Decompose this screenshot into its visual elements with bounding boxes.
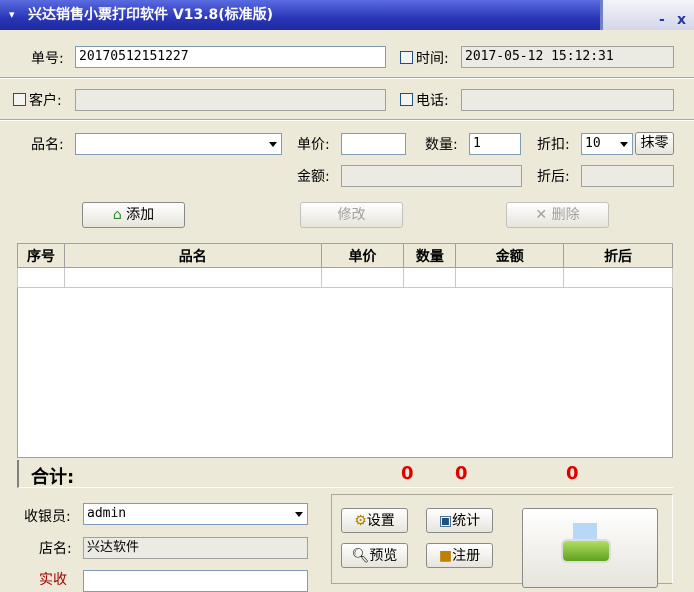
discount-select[interactable]: 10 <box>581 133 633 155</box>
delete-button[interactable]: ✕ 删除 <box>506 202 609 228</box>
cashier-select[interactable]: admin <box>83 503 308 525</box>
item-name-label: 品名: <box>31 137 64 153</box>
window-title: 兴达销售小票打印软件 V13.8(标准版) <box>28 7 274 23</box>
chevron-down-icon <box>620 142 628 147</box>
close-icon: ✕ <box>535 207 548 223</box>
time-label: 时间: <box>416 51 449 67</box>
register-button[interactable]: ■注册 <box>426 543 493 568</box>
col-header[interactable]: 折后 <box>563 243 673 268</box>
phone-label: 电话: <box>416 93 449 109</box>
discount-label: 折扣: <box>537 137 570 153</box>
table-row[interactable] <box>17 267 673 288</box>
cashier-label: 收银员: <box>24 509 71 525</box>
item-name-select[interactable] <box>75 133 282 155</box>
divider <box>0 119 694 121</box>
settings-label: 设置 <box>366 513 395 529</box>
received-label: 实收 <box>39 572 67 588</box>
customer-label: 客户: <box>29 93 62 109</box>
printer-body <box>561 539 611 563</box>
chevron-down-icon <box>269 142 277 147</box>
shop-label: 店名: <box>39 541 72 557</box>
title-bar: ▾ 兴达销售小票打印软件 V13.8(标准版) - x <box>0 0 694 30</box>
price-input[interactable] <box>341 133 406 155</box>
after-discount-input[interactable] <box>581 165 674 187</box>
totals-label: 合计: <box>31 467 75 488</box>
add-label: 添加 <box>126 207 155 223</box>
stats-button[interactable]: ▣统计 <box>426 508 493 533</box>
truck-icon: ■ <box>438 548 453 564</box>
divider <box>0 77 694 79</box>
total-qty: 0 <box>401 463 414 484</box>
time-input[interactable]: 2017-05-12 15:12:31 <box>461 46 674 68</box>
stats-label: 统计 <box>452 513 481 529</box>
amount-input[interactable] <box>341 165 522 187</box>
received-input[interactable] <box>83 570 308 592</box>
register-label: 注册 <box>452 548 481 564</box>
delete-label: 删除 <box>551 207 580 223</box>
col-header[interactable]: 品名 <box>63 243 322 268</box>
magnifier-icon: 🔍︎ <box>351 548 370 564</box>
qty-input[interactable]: 1 <box>469 133 521 155</box>
chart-icon: ▣ <box>438 513 453 529</box>
shop-input[interactable]: 兴达软件 <box>83 537 308 559</box>
customer-checkbox[interactable] <box>13 93 26 106</box>
phone-checkbox[interactable] <box>400 93 413 106</box>
customer-input[interactable] <box>75 89 386 111</box>
gear-icon: ⚙ <box>354 513 367 529</box>
preview-label: 预览 <box>369 548 398 564</box>
after-discount-label: 折后: <box>537 169 570 185</box>
phone-input[interactable] <box>461 89 674 111</box>
amount-label: 金额: <box>297 169 330 185</box>
total-after: 0 <box>566 463 579 484</box>
app-icon: ▾ <box>9 8 15 21</box>
discount-value: 10 <box>585 136 601 151</box>
cashier-value: admin <box>87 506 127 521</box>
chevron-down-icon <box>295 512 303 517</box>
col-header[interactable]: 金额 <box>455 243 565 268</box>
order-no-label: 单号: <box>31 51 64 67</box>
price-label: 单价: <box>297 137 330 153</box>
print-button[interactable] <box>522 508 658 588</box>
preview-button[interactable]: 🔍︎预览 <box>341 543 408 568</box>
total-amount: 0 <box>455 463 468 484</box>
col-header[interactable]: 单价 <box>320 243 405 268</box>
round-off-button[interactable]: 抹零 <box>635 132 674 155</box>
add-button[interactable]: ⌂ 添加 <box>82 202 185 228</box>
minimize-button[interactable]: - <box>659 5 665 35</box>
items-table: 序号 品名 单价 数量 金额 折后 <box>17 243 673 288</box>
order-no-input[interactable]: 20170512151227 <box>75 46 386 68</box>
settings-button[interactable]: ⚙设置 <box>341 508 408 533</box>
time-checkbox[interactable] <box>400 51 413 64</box>
col-header[interactable]: 序号 <box>17 243 65 268</box>
qty-label: 数量: <box>425 137 458 153</box>
close-button[interactable]: x <box>677 5 686 35</box>
edit-button[interactable]: 修改 <box>300 202 403 228</box>
home-icon: ⌂ <box>112 207 122 223</box>
col-header[interactable]: 数量 <box>403 243 457 268</box>
